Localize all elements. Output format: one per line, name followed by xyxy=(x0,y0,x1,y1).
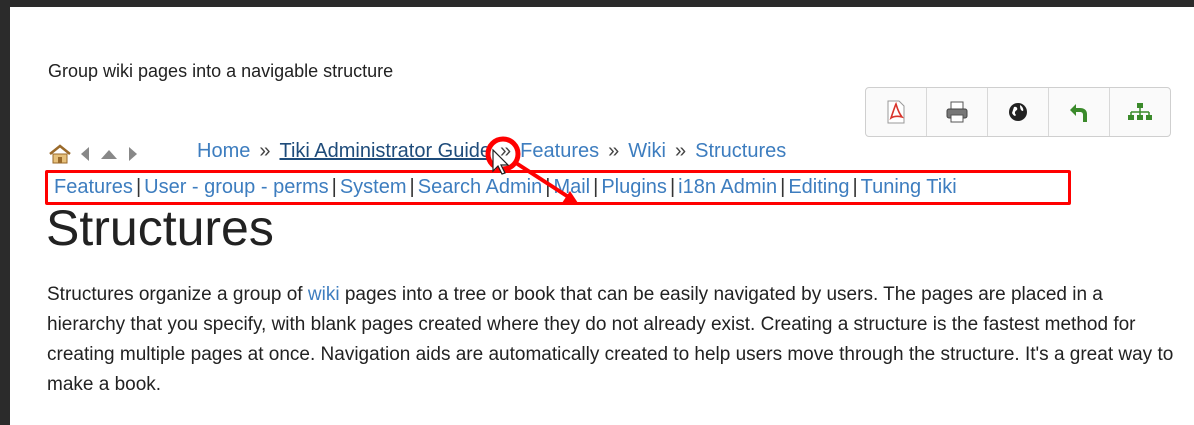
annotation-arrow xyxy=(514,161,572,200)
annotation-overlay xyxy=(485,136,578,203)
page: Group wiki pages into a navigable struct… xyxy=(10,7,1194,425)
